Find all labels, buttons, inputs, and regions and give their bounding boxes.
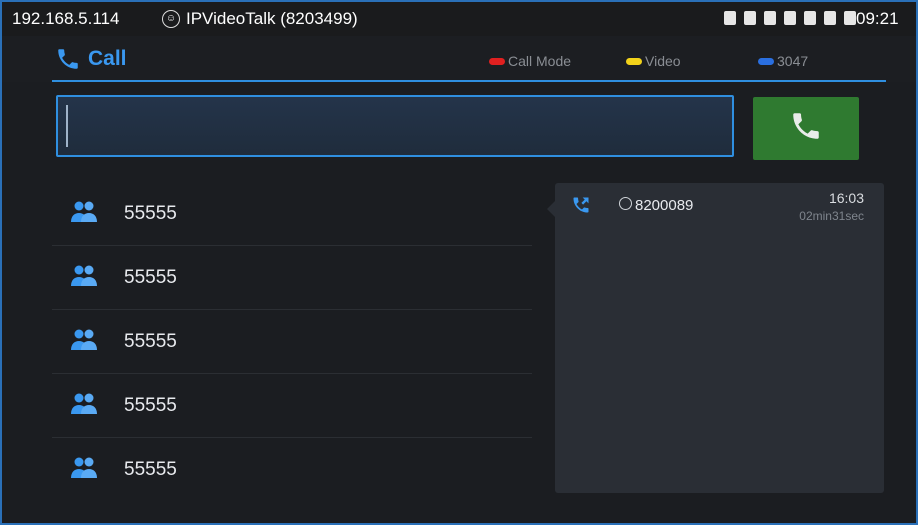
call-log-card[interactable]: 8200089 16:03 02min31sec xyxy=(547,183,884,493)
legend-video: Video xyxy=(626,53,681,69)
account-label: IPVideoTalk (8203499) xyxy=(186,9,358,28)
contact-number: 55555 xyxy=(124,331,177,352)
group-icon xyxy=(70,328,98,357)
phone-icon xyxy=(54,46,82,77)
clock: 09:21 xyxy=(856,9,899,28)
legend-label: Call Mode xyxy=(508,53,572,69)
contact-number: 55555 xyxy=(124,395,177,416)
yellow-dot-icon xyxy=(626,57,642,65)
legend-call-mode: Call Mode xyxy=(489,53,571,69)
sim-icon xyxy=(724,11,736,25)
group-icon xyxy=(70,200,98,229)
group-icon xyxy=(70,392,98,421)
contact-number: 55555 xyxy=(124,203,177,224)
list-item[interactable]: 55555 xyxy=(52,438,532,501)
call-icon xyxy=(784,11,796,25)
account-icon: ☺ xyxy=(162,10,180,28)
text-cursor xyxy=(66,105,68,147)
legend-label: Video xyxy=(645,53,681,69)
contact-number: 55555 xyxy=(124,459,177,480)
contact-number: 55555 xyxy=(124,267,177,288)
group-icon xyxy=(70,264,98,293)
outgoing-call-icon xyxy=(571,195,591,220)
list-item[interactable]: 55555 xyxy=(52,310,532,374)
blue-dot-icon xyxy=(758,57,774,65)
group-icon xyxy=(70,456,98,485)
card-pointer xyxy=(547,201,555,217)
legend-label: 3047 xyxy=(777,53,809,69)
dial-input[interactable] xyxy=(56,95,734,157)
app-frame: 192.168.5.114 ☺ IPVideoTalk (8203499) 09… xyxy=(0,0,918,525)
call-log-time: 16:03 xyxy=(828,190,864,206)
list-item[interactable]: 55555 xyxy=(52,374,532,438)
page-title: Call xyxy=(88,47,127,70)
list-item[interactable]: 55555 xyxy=(52,246,532,310)
header: Call Call Mode Video 3047 xyxy=(2,36,916,82)
network-icon xyxy=(844,11,856,25)
battery-icon xyxy=(824,11,836,25)
status-bar: 192.168.5.114 ☺ IPVideoTalk (8203499) 09… xyxy=(2,2,916,36)
call-log-number: 8200089 xyxy=(635,197,694,214)
ip-address: 192.168.5.114 xyxy=(12,9,120,28)
list-item[interactable]: 55555 xyxy=(52,182,532,246)
contact-list: 55555 55555 55555 55555 55555 xyxy=(52,182,532,501)
status-icons xyxy=(724,11,856,25)
call-button[interactable] xyxy=(753,97,859,160)
call-log-duration: 02min31sec xyxy=(799,209,864,223)
bluetooth-icon xyxy=(804,11,816,25)
red-dot-icon xyxy=(489,57,505,65)
contact-icon xyxy=(619,197,632,210)
sd-icon xyxy=(744,11,756,25)
legend-account: 3047 xyxy=(758,53,808,69)
phone-icon xyxy=(789,109,823,148)
lock-icon xyxy=(764,11,776,25)
header-divider xyxy=(52,80,886,82)
